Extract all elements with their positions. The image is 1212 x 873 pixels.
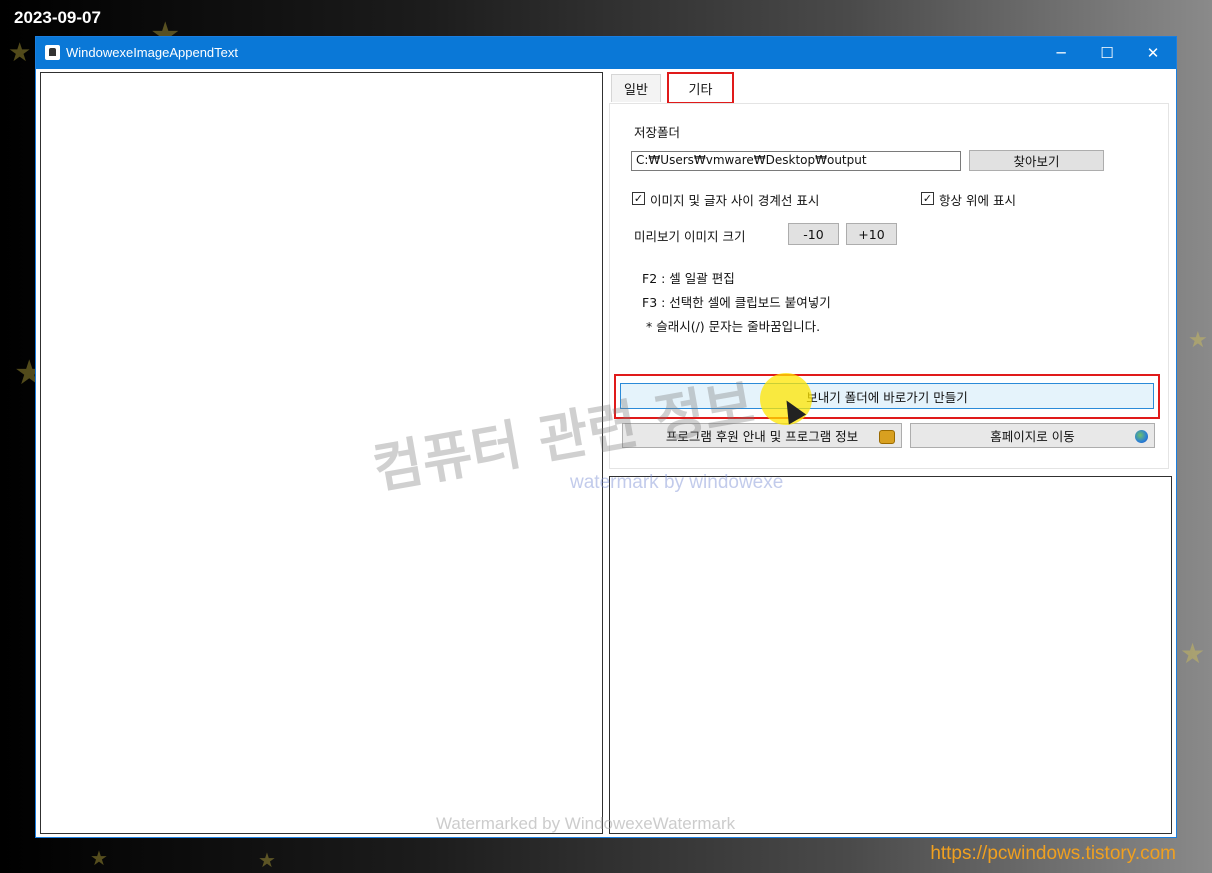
blog-url[interactable]: https://pcwindows.tistory.com [930,843,1176,865]
save-folder-input[interactable]: C:₩Users₩vmware₩Desktop₩output [631,151,961,171]
capture-date: 2023-09-07 [14,8,101,27]
star-decoration: ★ [1180,637,1206,670]
decrease-size-button[interactable]: -10 [788,223,839,245]
create-sendto-shortcut-label: 보내기 폴더에 바로가기 만들기 [806,389,968,405]
topmost-checkbox[interactable]: ✓ [921,192,934,205]
minimize-button[interactable]: ─ [1038,37,1084,69]
star-decoration: ★ [8,38,32,68]
close-button[interactable]: ✕ [1130,37,1176,69]
globe-icon [1135,430,1148,443]
output-list-pane[interactable] [609,476,1172,834]
tab-strip: 일반 기타 [609,72,1169,104]
help-line-slash: * 슬래시(/) 문자는 줄바꿈입니다. [646,319,821,334]
help-line-f3: F3 : 선택한 셀에 클립보드 붙여넣기 [642,295,831,310]
increase-size-button[interactable]: +10 [846,223,897,245]
tab-general[interactable]: 일반 [611,74,661,102]
window-title: WindowexeImageAppendText [66,45,238,60]
app-icon [45,45,60,60]
watermark-bottom-text: Watermarked by WindowexeWatermark [436,814,736,833]
save-folder-label: 저장폴더 [634,125,681,140]
help-line-f2: F2 : 셀 일괄 편집 [642,271,735,286]
border-checkbox[interactable]: ✓ [632,192,645,205]
watermark-subtext: watermark by windowexe [570,472,784,493]
maximize-button[interactable]: ☐ [1084,37,1130,69]
coins-icon [879,430,895,444]
star-decoration: ★ [258,848,276,872]
tab-etc[interactable]: 기타 [667,72,734,104]
star-decoration: ★ [1188,328,1208,353]
star-decoration: ★ [90,846,108,870]
homepage-button[interactable]: 홈페이지로 이동 [910,423,1155,448]
topmost-checkbox-label[interactable]: 항상 위에 표시 [939,190,1016,209]
title-bar[interactable]: WindowexeImageAppendText ─ ☐ ✕ [36,37,1176,69]
preview-size-label: 미리보기 이미지 크기 [634,229,746,244]
border-checkbox-label[interactable]: 이미지 및 글자 사이 경계선 표시 [650,190,819,209]
homepage-label: 홈페이지로 이동 [990,429,1075,444]
browse-button[interactable]: 찾아보기 [969,150,1104,171]
